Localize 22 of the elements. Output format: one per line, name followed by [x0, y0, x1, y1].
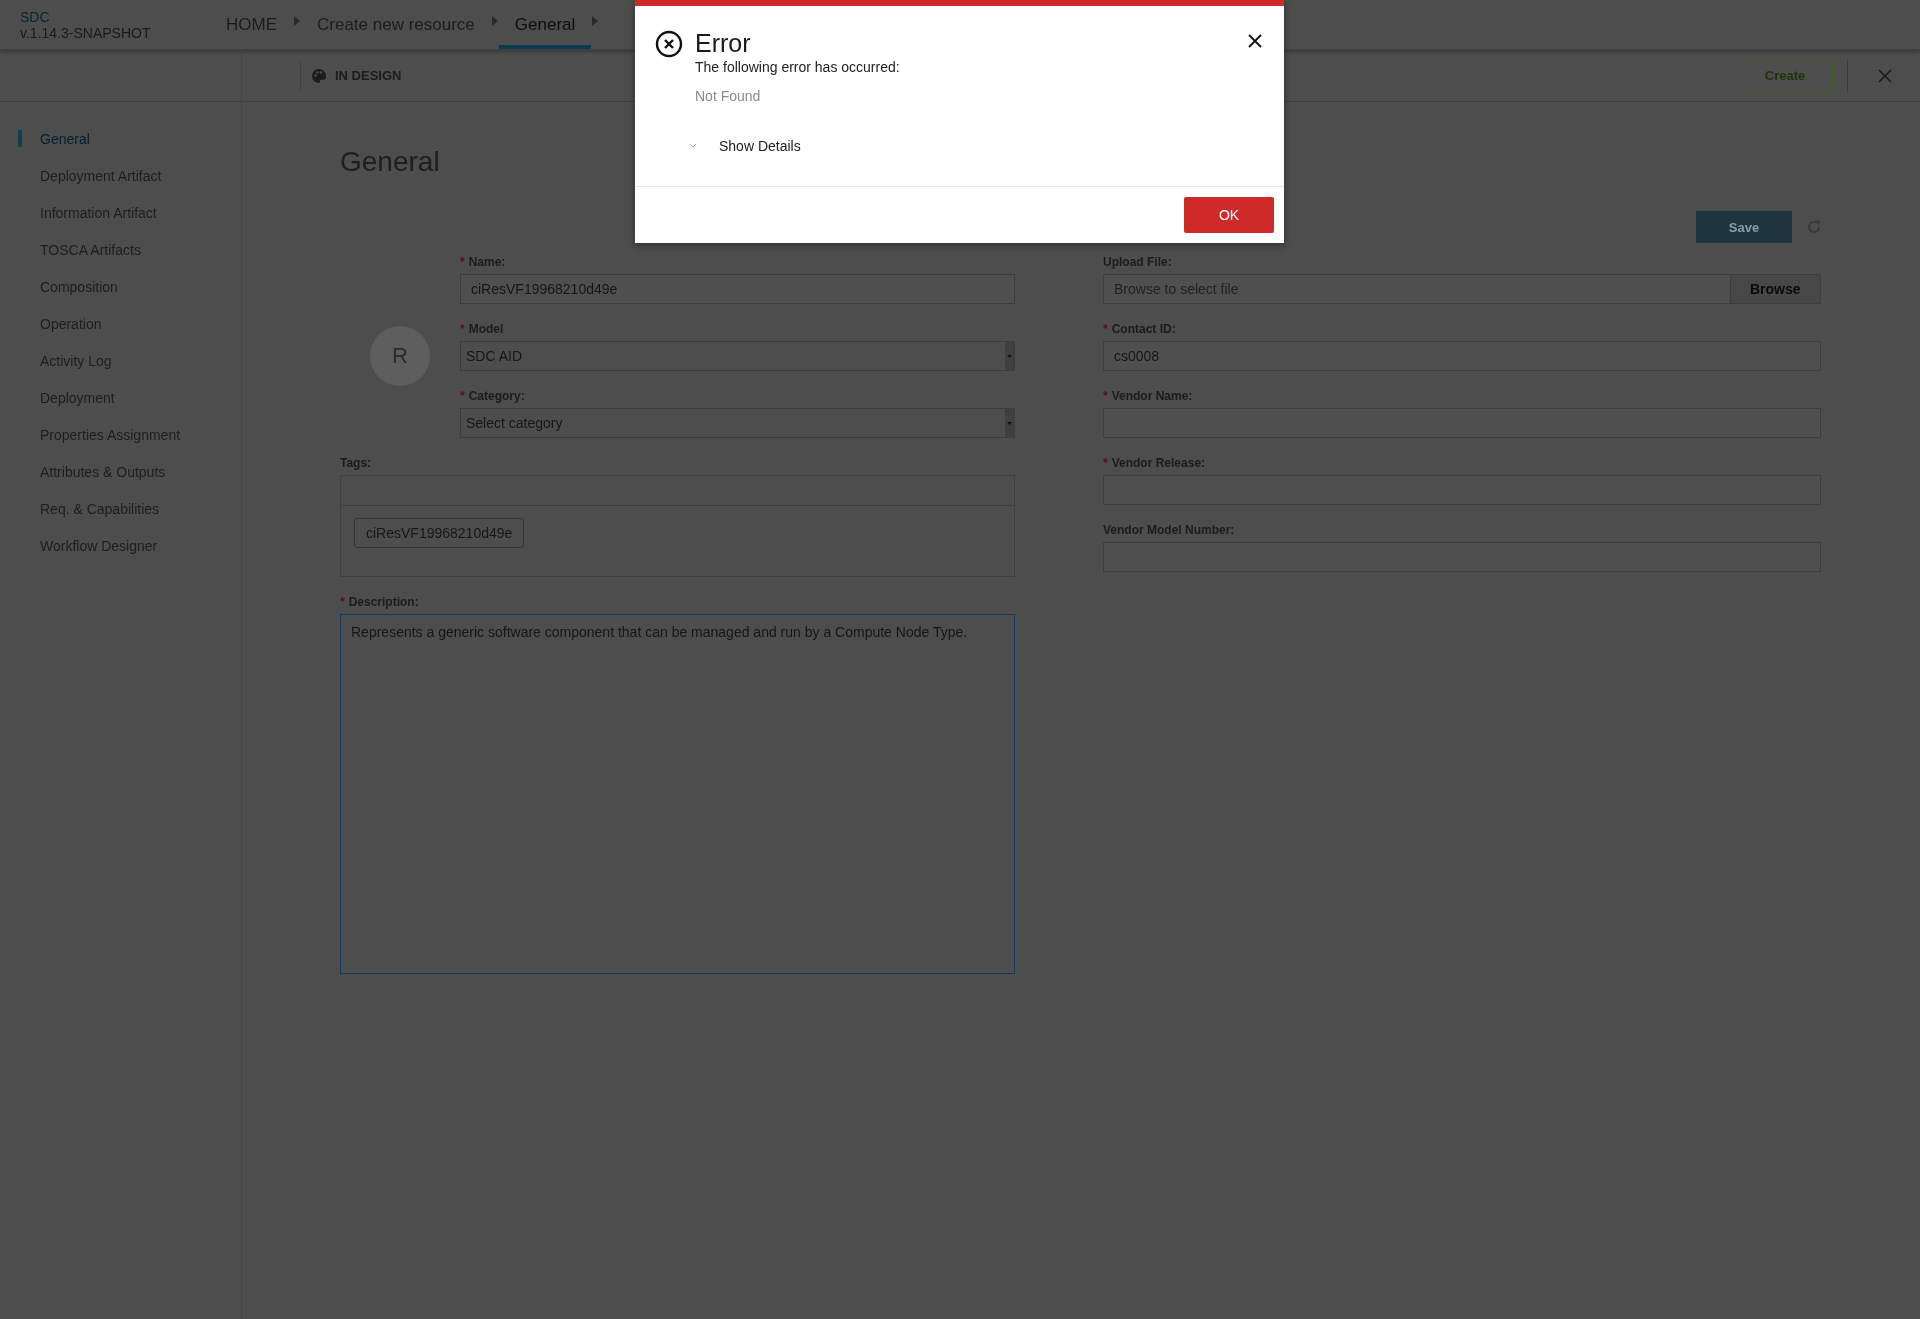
select-field[interactable]: Select category — [460, 408, 1015, 438]
text-field[interactable]: cs0008 — [1103, 341, 1821, 371]
breadcrumb-tab[interactable]: General — [498, 0, 592, 49]
required-mark: * — [340, 595, 345, 609]
required-mark: * — [460, 389, 465, 403]
app-name: SDC — [20, 9, 51, 25]
required-mark: * — [1103, 389, 1108, 403]
ok-button[interactable]: OK — [1184, 197, 1274, 233]
select-field[interactable]: SDC AID — [460, 341, 1015, 371]
dialog-message: The following error has occurred: — [695, 59, 901, 75]
text-field[interactable]: ciResVF19968210d49e — [460, 274, 1015, 304]
required-mark: * — [460, 322, 465, 336]
create-button[interactable]: Create — [1737, 59, 1833, 92]
error-detail: Not Found — [695, 88, 762, 104]
required-mark: * — [1103, 456, 1108, 470]
save-button[interactable]: Save — [1696, 211, 1792, 243]
browse-button[interactable]: Browse — [1730, 274, 1821, 304]
required-mark: * — [460, 255, 465, 269]
dialog-title: Error — [695, 28, 752, 58]
required-mark: * — [1103, 322, 1108, 336]
show-details-toggle[interactable]: Show Details — [689, 138, 1248, 154]
sidebar-item[interactable]: General — [0, 120, 241, 157]
